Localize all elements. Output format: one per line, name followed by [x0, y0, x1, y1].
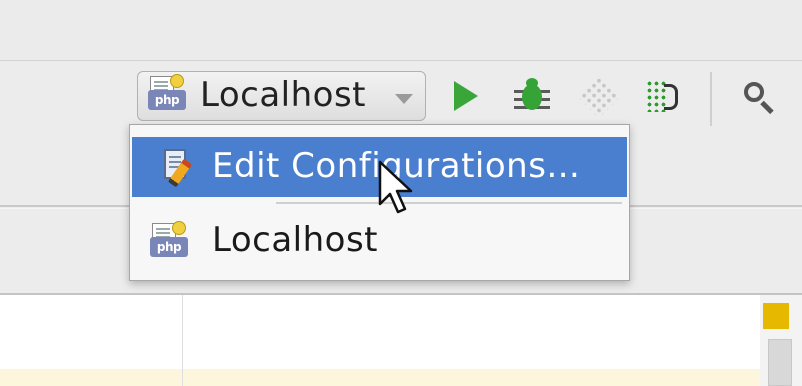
menu-item-label: Localhost: [212, 220, 379, 260]
menu-separator: [276, 202, 622, 204]
run-configuration-label: Localhost: [200, 75, 367, 115]
menu-item-localhost[interactable]: php Localhost: [132, 211, 627, 271]
warning-marker[interactable]: [763, 303, 789, 329]
chevron-down-icon: [395, 94, 413, 104]
title-area: [0, 0, 802, 61]
run-button[interactable]: [446, 76, 486, 116]
editor-area[interactable]: [0, 295, 802, 386]
editor-gutter: [0, 295, 182, 386]
disabled-dots-icon: [577, 75, 621, 119]
php-server-icon: php: [148, 74, 186, 114]
mouse-pointer-icon: [378, 160, 413, 214]
run-configuration-combo[interactable]: php Localhost: [137, 71, 426, 121]
php-server-icon: php: [150, 221, 188, 261]
coverage-button[interactable]: [642, 76, 682, 116]
edit-configurations-icon: [160, 147, 196, 188]
debug-button[interactable]: [512, 76, 552, 116]
toolbar-separator: [710, 72, 712, 126]
profile-button: [577, 75, 621, 119]
editor-scrollbar-thumb[interactable]: [768, 339, 792, 386]
search-button[interactable]: [740, 76, 780, 116]
code-editor[interactable]: [183, 295, 760, 386]
